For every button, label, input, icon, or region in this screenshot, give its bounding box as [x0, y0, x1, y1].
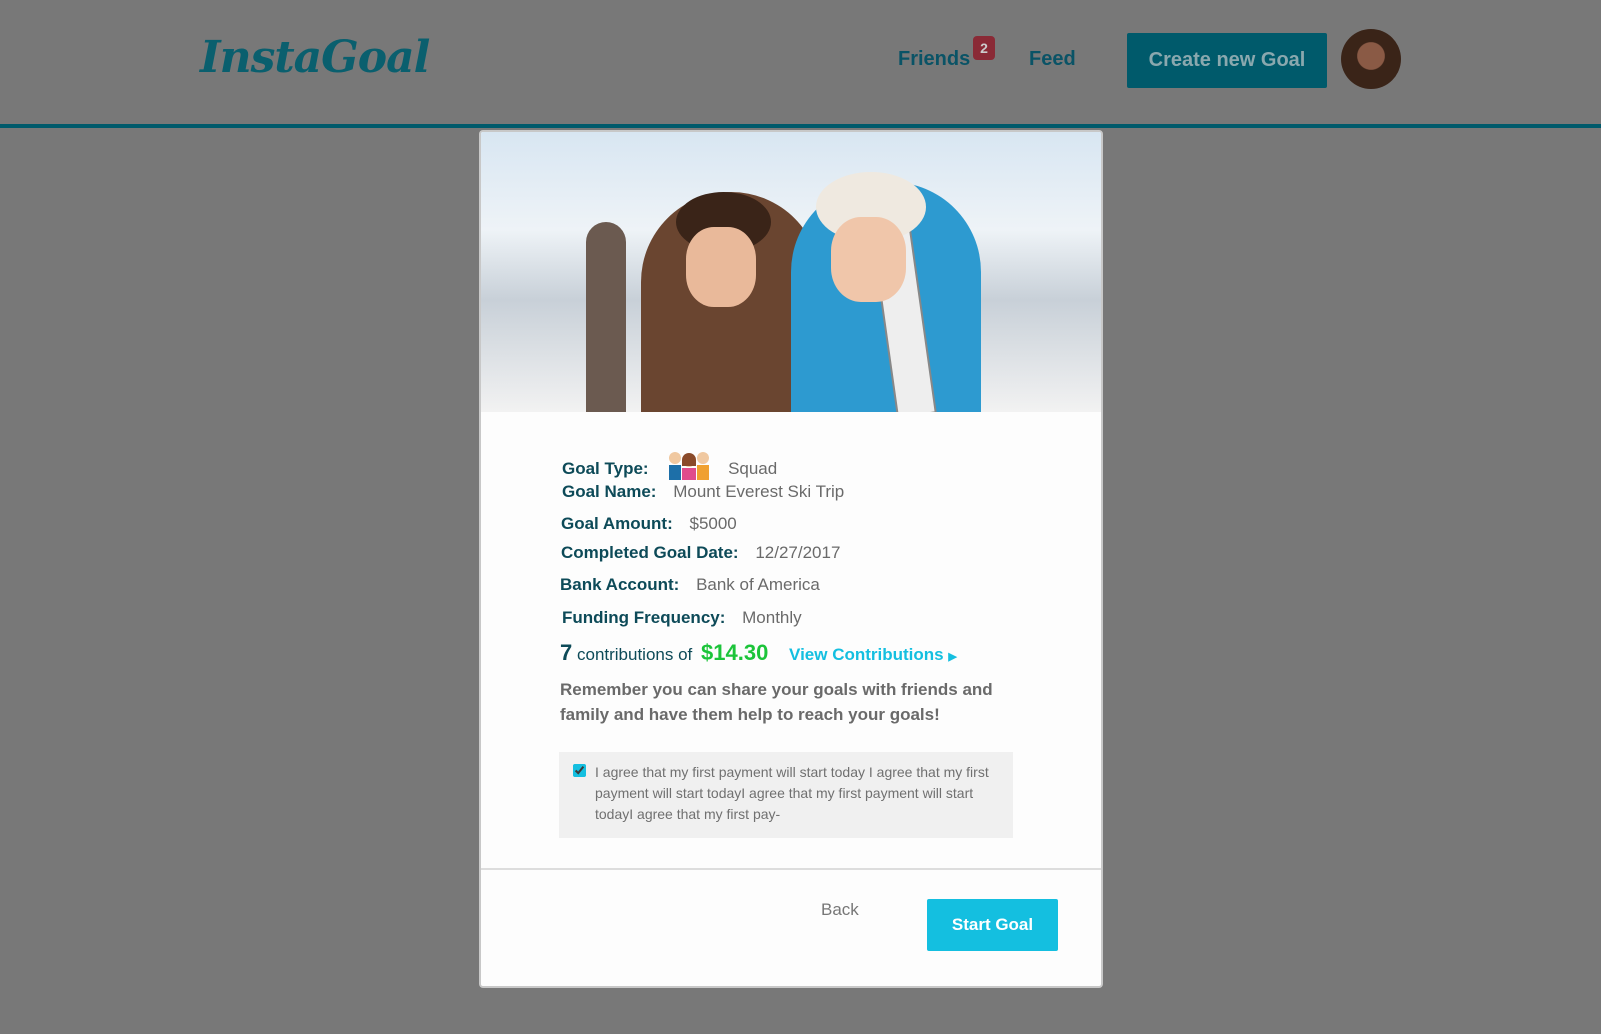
goal-amount-value: $5000	[689, 514, 737, 533]
funding-frequency-row: Funding Frequency: Monthly	[562, 608, 802, 628]
bank-account-row: Bank Account: Bank of America	[560, 575, 820, 595]
contribution-amount: $14.30	[701, 640, 769, 665]
friends-badge: 2	[973, 36, 995, 60]
goal-type-value: Squad	[728, 459, 778, 478]
goal-name-row: Goal Name: Mount Everest Ski Trip	[562, 482, 844, 502]
nav-friends[interactable]: Friends	[898, 48, 970, 71]
goal-name-value: Mount Everest Ski Trip	[673, 482, 845, 501]
create-goal-button[interactable]: Create new Goal	[1127, 33, 1327, 88]
nav-feed[interactable]: Feed	[1029, 48, 1076, 71]
goal-type-row: Goal Type: Squad	[562, 450, 777, 480]
bank-account-label: Bank Account:	[560, 575, 680, 594]
contribution-count: 7	[560, 640, 573, 665]
caret-right-icon: ▶	[948, 651, 957, 663]
back-button[interactable]: Back	[821, 900, 859, 920]
goal-name-label: Goal Name:	[562, 482, 657, 501]
goal-date-label: Completed Goal Date:	[561, 543, 739, 562]
contributions-summary: 7 contributions of $14.30 View Contribut…	[560, 640, 957, 666]
goal-amount-label: Goal Amount:	[561, 514, 673, 533]
start-goal-button[interactable]: Start Goal	[927, 899, 1058, 951]
agreement-text: I agree that my first payment will start…	[595, 764, 989, 822]
view-contributions-link[interactable]: View Contributions ▶	[789, 645, 957, 664]
bank-account-value: Bank of America	[696, 575, 820, 594]
contribution-text: contributions of	[576, 645, 693, 664]
agreement-box: I agree that my first payment will start…	[559, 752, 1013, 838]
top-nav: InstaGoal Friends 2 Feed Create new Goal	[0, 0, 1601, 125]
goal-photo	[481, 132, 1101, 412]
funding-frequency-label: Funding Frequency:	[562, 608, 726, 627]
header-divider	[0, 124, 1601, 128]
logo[interactable]: InstaGoal	[200, 32, 430, 83]
footer-divider	[481, 868, 1101, 870]
view-contributions-label: View Contributions	[789, 645, 944, 664]
share-reminder: Remember you can share your goals with f…	[560, 680, 993, 724]
squad-icon	[669, 452, 710, 480]
goal-amount-row: Goal Amount: $5000	[561, 514, 737, 534]
goal-date-row: Completed Goal Date: 12/27/2017	[561, 543, 840, 563]
funding-frequency-value: Monthly	[742, 608, 802, 627]
avatar[interactable]	[1341, 29, 1401, 89]
goal-date-value: 12/27/2017	[755, 543, 841, 562]
agreement-checkbox[interactable]	[573, 764, 586, 777]
goal-confirmation-modal: Goal Type: Squad Goal Name: Mount Everes…	[479, 130, 1103, 988]
goal-type-label: Goal Type:	[562, 459, 649, 478]
